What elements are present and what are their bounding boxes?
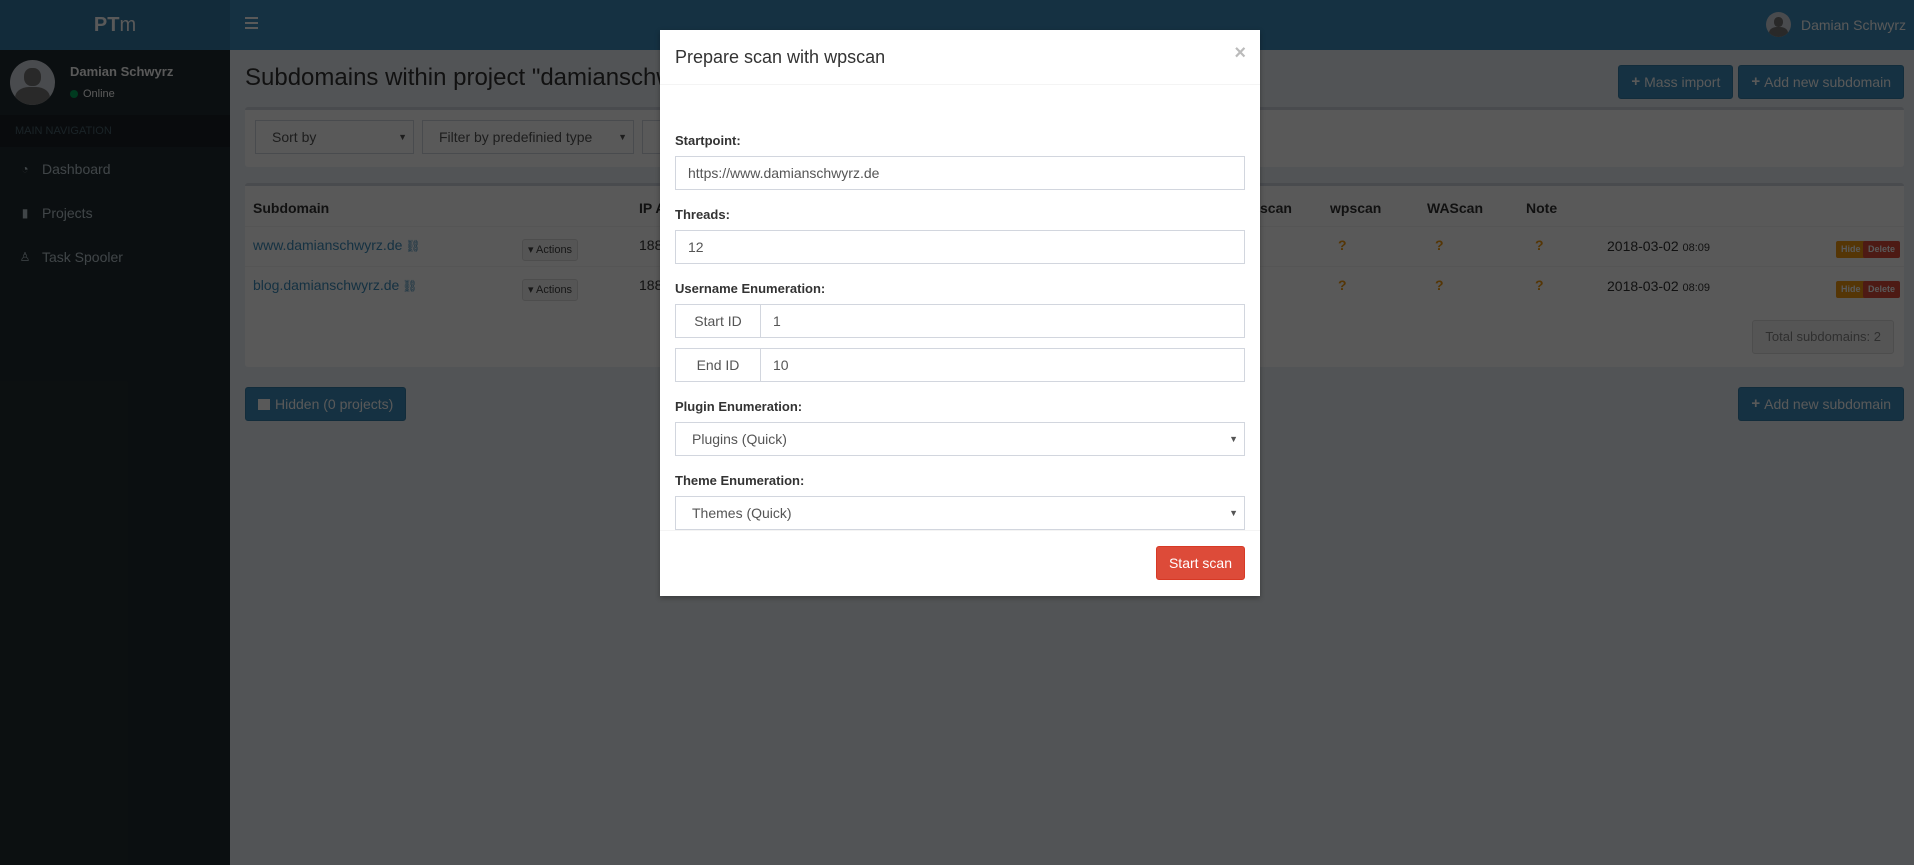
theme-select-value: Themes (Quick) <box>692 505 792 521</box>
theme-enumeration-label: Theme Enumeration: <box>675 473 805 488</box>
threads-label: Threads: <box>675 207 730 222</box>
username-enumeration-label: Username Enumeration: <box>675 281 826 296</box>
end-id-input[interactable]: 10 <box>761 349 1244 381</box>
end-id-group: End ID 10 <box>675 348 1245 382</box>
start-id-group: Start ID 1 <box>675 304 1245 338</box>
caret-down-icon: ▼ <box>1229 508 1238 518</box>
theme-enumeration-select[interactable]: Themes (Quick) ▼ <box>675 496 1245 530</box>
start-scan-button[interactable]: Start scan <box>1155 546 1245 580</box>
plugin-enumeration-label: Plugin Enumeration: <box>675 399 803 414</box>
startpoint-input[interactable]: https://www.damianschwyrz.de <box>675 156 1245 190</box>
modal-footer: Start scan <box>660 530 1260 596</box>
start-id-addon: Start ID <box>676 305 761 337</box>
plugin-select-value: Plugins (Quick) <box>692 431 787 447</box>
close-icon[interactable]: × <box>1234 42 1246 65</box>
wpscan-modal: Prepare scan with wpscan × Startpoint: h… <box>660 30 1260 596</box>
start-id-input[interactable]: 1 <box>761 305 1244 337</box>
end-id-addon: End ID <box>676 349 761 381</box>
plugin-enumeration-select[interactable]: Plugins (Quick) ▼ <box>675 422 1245 456</box>
threads-input[interactable]: 12 <box>675 230 1245 264</box>
caret-down-icon: ▼ <box>1229 434 1238 444</box>
startpoint-label: Startpoint: <box>675 133 741 148</box>
modal-header: Prepare scan with wpscan × <box>660 30 1260 85</box>
modal-title: Prepare scan with wpscan <box>675 47 886 67</box>
